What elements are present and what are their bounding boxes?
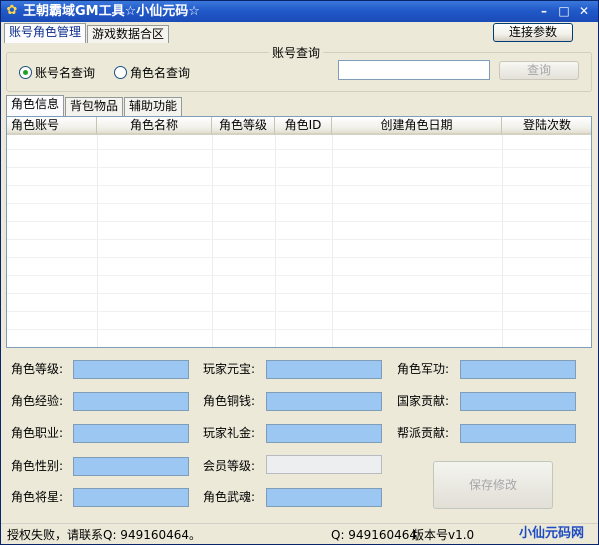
radio-account-name[interactable]: 账号名查询 — [19, 64, 95, 81]
label-guild-contribution: 帮派贡献: — [397, 426, 450, 440]
role-gender-field[interactable] — [73, 457, 189, 476]
query-button[interactable]: 查询 — [499, 61, 579, 80]
role-class-field[interactable] — [73, 424, 189, 443]
grid-line — [7, 275, 591, 276]
account-query-input[interactable] — [338, 60, 490, 80]
tab-game-data-merge[interactable]: 游戏数据合区 — [87, 25, 170, 43]
table-header: 角色账号 角色名称 角色等级 角色ID 创建角色日期 登陆次数 — [7, 117, 591, 135]
label-role-star: 角色将星: — [11, 490, 64, 504]
table-body[interactable] — [7, 135, 591, 347]
save-changes-button[interactable]: 保存修改 — [433, 461, 553, 509]
auth-status-text: 授权失败，请联系Q: 949160464。 — [7, 528, 202, 542]
grid-line — [7, 239, 591, 240]
role-level-field[interactable] — [73, 360, 189, 379]
column-header-create-date[interactable]: 创建角色日期 — [332, 117, 502, 135]
grid-line — [7, 311, 591, 312]
grid-line — [7, 185, 591, 186]
label-role-level: 角色等级: — [11, 362, 64, 376]
radio-unchecked-icon — [114, 66, 127, 79]
guild-contribution-field[interactable] — [460, 424, 576, 443]
maximize-button[interactable]: □ — [556, 4, 572, 19]
grid-line — [7, 167, 591, 168]
grid-line — [7, 203, 591, 204]
window-title: 王朝霸域GM工具☆小仙元码☆ — [23, 4, 200, 19]
grid-line — [7, 257, 591, 258]
role-list-table[interactable]: 角色账号 角色名称 角色等级 角色ID 创建角色日期 登陆次数 — [6, 116, 592, 348]
label-player-gift: 玩家礼金: — [203, 426, 256, 440]
radio-account-name-label: 账号名查询 — [35, 66, 96, 80]
label-role-merit: 角色军功: — [397, 362, 450, 376]
label-vip-level: 会员等级: — [203, 459, 256, 473]
role-merit-field[interactable] — [460, 360, 576, 379]
tab-role-info[interactable]: 角色信息 — [6, 95, 65, 116]
role-copper-field[interactable] — [266, 392, 382, 411]
nation-contribution-field[interactable] — [460, 392, 576, 411]
title-bar[interactable]: ✿ 王朝霸域GM工具☆小仙元码☆ – □ ✕ — [1, 1, 598, 22]
radio-role-name-label: 角色名查询 — [130, 66, 191, 80]
grid-line — [7, 293, 591, 294]
label-role-exp: 角色经验: — [11, 394, 64, 408]
status-bar: 授权失败，请联系Q: 949160464。 Q: 949160464 版本号v1… — [1, 523, 598, 544]
label-role-class: 角色职业: — [11, 426, 64, 440]
main-window: ✿ 王朝霸域GM工具☆小仙元码☆ – □ ✕ 账号角色管理 游戏数据合区 连接参… — [0, 0, 599, 545]
label-role-wuhun: 角色武魂: — [203, 490, 256, 504]
column-header-account[interactable]: 角色账号 — [7, 117, 97, 135]
account-query-legend: 账号查询 — [269, 44, 324, 61]
role-wuhun-field[interactable] — [266, 488, 382, 507]
player-yuanbao-field[interactable] — [266, 360, 382, 379]
vip-level-field — [266, 455, 382, 474]
role-exp-field[interactable] — [73, 392, 189, 411]
label-nation-contribution: 国家贡献: — [397, 394, 450, 408]
qq-contact-text: Q: 949160464 — [331, 528, 418, 542]
grid-line — [7, 329, 591, 330]
label-player-yuanbao: 玩家元宝: — [203, 362, 256, 376]
app-icon: ✿ — [6, 3, 18, 18]
column-header-role-name[interactable]: 角色名称 — [97, 117, 212, 135]
role-star-field[interactable] — [73, 488, 189, 507]
tab-aux-functions[interactable]: 辅助功能 — [124, 97, 183, 116]
grid-line — [7, 221, 591, 222]
radio-role-name[interactable]: 角色名查询 — [114, 64, 190, 81]
tab-backpack-items[interactable]: 背包物品 — [65, 97, 124, 116]
column-header-login-count[interactable]: 登陆次数 — [502, 117, 591, 135]
radio-checked-icon — [19, 66, 32, 79]
minimize-button[interactable]: – — [536, 4, 552, 19]
close-button[interactable]: ✕ — [576, 4, 592, 19]
column-header-level[interactable]: 角色等级 — [212, 117, 275, 135]
player-gift-field[interactable] — [266, 424, 382, 443]
watermark-text: 小仙元码网 — [519, 526, 585, 541]
column-header-role-id[interactable]: 角色ID — [275, 117, 332, 135]
tab-account-role-management[interactable]: 账号角色管理 — [4, 23, 87, 43]
label-role-copper: 角色铜钱: — [203, 394, 256, 408]
version-text: 版本号v1.0 — [412, 528, 475, 542]
grid-line — [7, 149, 591, 150]
connect-params-button[interactable]: 连接参数 — [493, 23, 573, 42]
label-role-gender: 角色性别: — [11, 459, 64, 473]
